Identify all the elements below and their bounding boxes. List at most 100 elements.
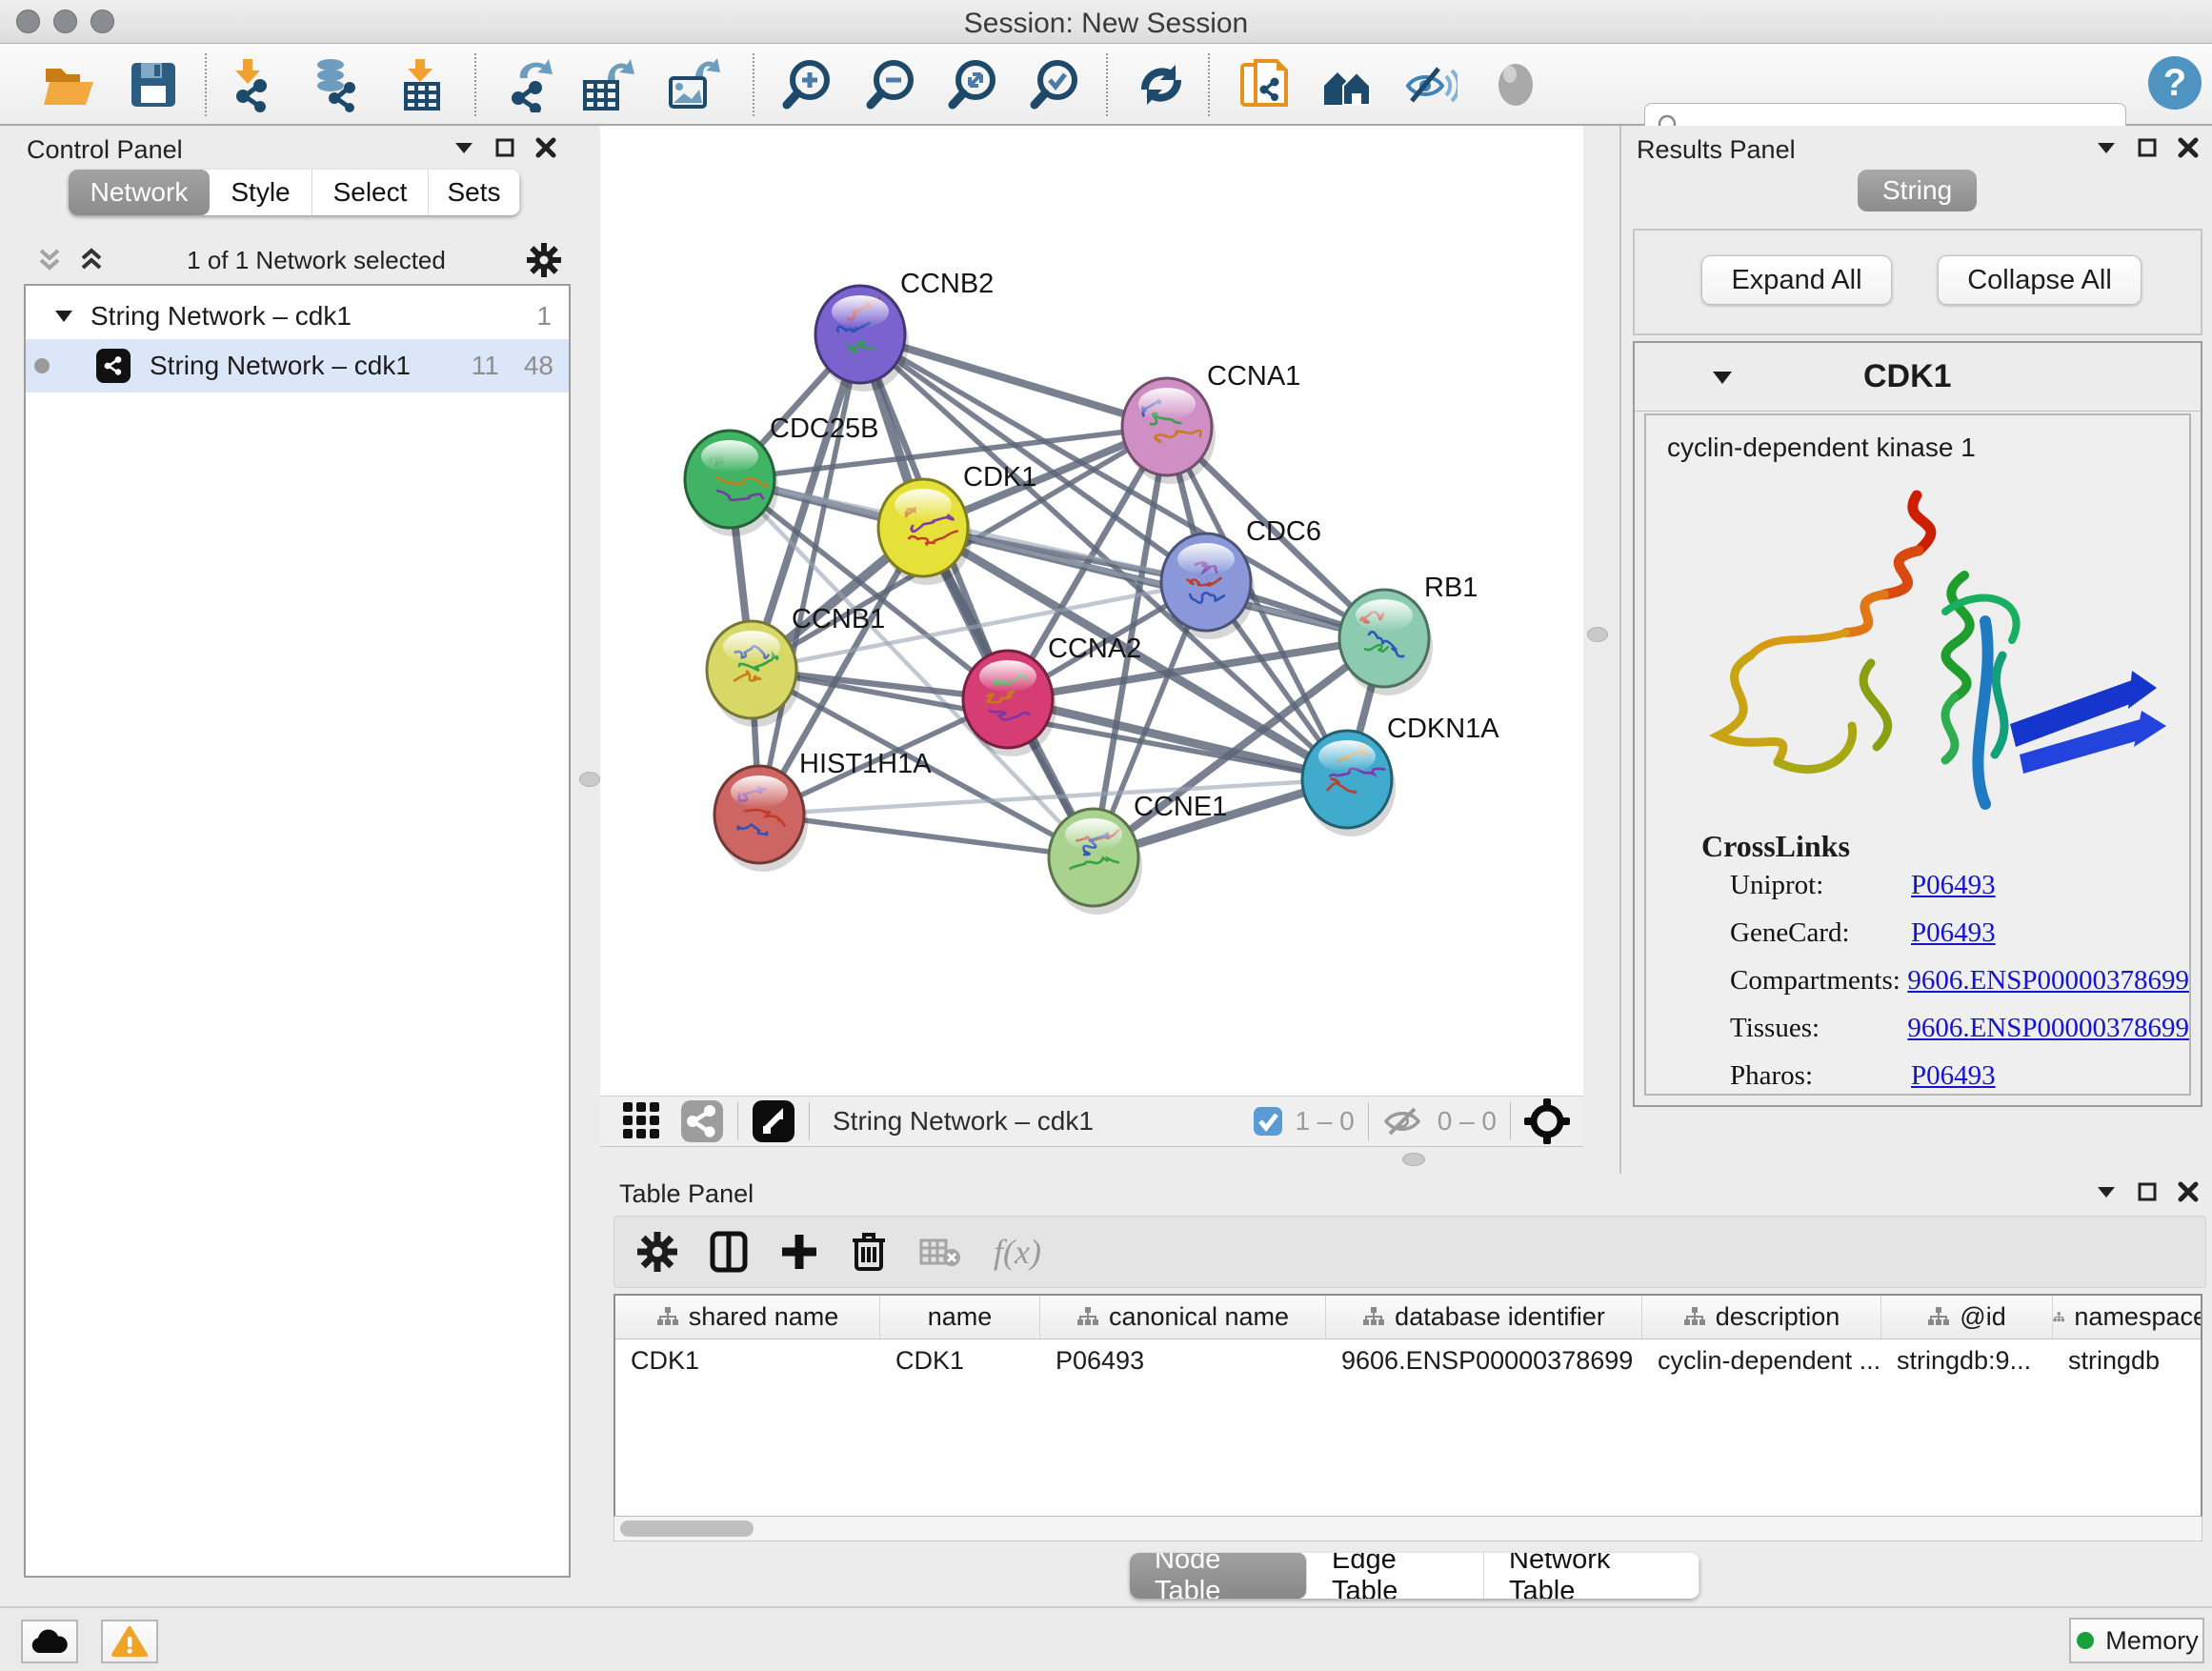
collapse-all-icon[interactable] [35,246,64,274]
tab-node-table[interactable]: Node Table [1130,1553,1307,1599]
fit-content-crosshair-icon[interactable] [1524,1098,1570,1144]
column-header-database-identifier[interactable]: database identifier [1326,1296,1642,1339]
column-header-shared-name[interactable]: shared name [615,1296,880,1339]
network-edge[interactable] [759,815,1094,857]
export-table-icon[interactable] [579,57,634,112]
string-document-icon[interactable] [1238,57,1294,112]
zoom-out-icon[interactable] [863,57,918,112]
close-panel-icon[interactable] [535,137,556,158]
table-cell[interactable]: stringdb:9... [1881,1339,2053,1381]
refresh-icon[interactable] [1134,57,1189,112]
help-icon[interactable]: ? [2145,53,2201,109]
gene-section-header[interactable]: CDK1 [1635,343,2201,412]
column-header-name[interactable]: name [880,1296,1040,1339]
show-columns-icon[interactable] [710,1231,748,1273]
table-cell[interactable]: stringdb [2053,1339,2202,1381]
float-panel-icon[interactable] [2138,138,2157,157]
node-attribute-icon [1927,1306,1950,1329]
node-label-CDC6: CDC6 [1246,516,1321,547]
node-label-CCNE1: CCNE1 [1134,792,1227,822]
tab-sets[interactable]: Sets [429,170,520,215]
tab-style[interactable]: Style [210,170,312,215]
network-node-CCNB1[interactable]: CCNB1 [707,604,885,727]
column-header-description[interactable]: description [1642,1296,1881,1339]
collection-expander-icon[interactable] [54,309,73,324]
table-cell[interactable]: CDK1 [880,1339,1040,1381]
crosslink-label: Tissues: [1730,1013,1907,1044]
panel-menu-icon[interactable] [453,140,474,155]
grid-view-icon[interactable] [621,1100,663,1142]
crosslink-row: GeneCard:P06493 [1730,917,2189,949]
splitter-handle[interactable] [579,772,600,787]
table-row[interactable]: CDK1CDK1P064939606.ENSP00000378699cyclin… [615,1339,2201,1381]
network-edge[interactable] [759,334,860,815]
table-cell[interactable]: cyclin-dependent ... [1642,1339,1881,1381]
zoom-in-icon[interactable] [779,57,835,112]
save-session-icon[interactable] [126,57,181,112]
vertical-splitter-right[interactable] [1583,126,1619,1147]
splitter-handle[interactable] [1587,627,1608,642]
selected-checkbox-icon[interactable] [1253,1106,1283,1137]
panel-menu-icon[interactable] [2096,140,2117,155]
network-row-selected[interactable]: String Network – cdk1 11 48 [26,339,569,393]
expand-all-icon[interactable] [77,246,106,274]
float-panel-icon[interactable] [2138,1182,2157,1201]
memory-button[interactable]: Memory [2069,1618,2204,1663]
column-header-namespace[interactable]: namespace [2053,1296,2202,1339]
add-column-icon[interactable] [780,1233,818,1271]
network-collection-row[interactable]: String Network – cdk1 1 [26,293,569,339]
scrollbar-thumb[interactable] [620,1520,754,1537]
crosslink-link[interactable]: P06493 [1911,1060,1996,1092]
crosslink-link[interactable]: 9606.ENSP00000378699 [1907,965,2189,997]
table-cell[interactable]: 9606.ENSP00000378699 [1326,1339,1642,1381]
close-panel-icon[interactable] [2178,137,2199,158]
float-panel-icon[interactable] [495,138,514,157]
panel-menu-icon[interactable] [2096,1184,2117,1199]
tab-network[interactable]: Network [69,170,210,215]
zoom-fit-icon[interactable] [945,57,1000,112]
table-cell[interactable]: P06493 [1040,1339,1326,1381]
expand-all-button[interactable]: Expand All [1701,255,1892,305]
network-canvas[interactable]: CCNB2CCNA1CDC25BCDK1CDC6RB1CCNB1CCNA2CDK… [600,126,1583,1096]
gene-expander-icon[interactable] [1711,369,1734,386]
table-header-row: shared namenamecanonical namedatabase id… [615,1296,2201,1339]
hide-unhide-icon[interactable] [1402,57,1458,112]
table-cell[interactable]: CDK1 [615,1339,880,1381]
import-network-icon[interactable] [222,57,277,112]
home-networks-icon[interactable] [1320,57,1376,112]
network-share-view-icon[interactable] [680,1099,724,1143]
collapse-all-button[interactable]: Collapse All [1938,255,2142,305]
import-network-from-database-icon[interactable] [308,57,363,112]
export-network-icon[interactable] [503,57,558,112]
open-session-icon[interactable] [40,57,95,112]
warning-status-button[interactable] [101,1620,158,1663]
table-horizontal-scrollbar[interactable] [613,1517,2202,1541]
network-node-CCNE1[interactable]: CCNE1 [1049,792,1227,915]
crosslink-link[interactable]: P06493 [1911,870,1996,901]
network-node-CDK1[interactable]: CDK1 [878,462,1036,585]
column-header-canonical-name[interactable]: canonical name [1040,1296,1326,1339]
delete-column-icon[interactable] [851,1231,887,1273]
results-tab-string[interactable]: String [1858,170,1977,211]
tab-network-table[interactable]: Network Table [1484,1553,1699,1599]
tab-edge-table[interactable]: Edge Table [1307,1553,1484,1599]
export-image-icon[interactable] [665,57,720,112]
column-header--id[interactable]: @id [1881,1296,2053,1339]
cloud-status-button[interactable] [21,1620,78,1663]
network-label: String Network – cdk1 [150,351,411,381]
network-type-icon [96,349,131,383]
node-table[interactable]: shared namenamecanonical namedatabase id… [613,1294,2202,1517]
network-node-RB1[interactable]: RB1 [1339,573,1478,695]
birds-eye-view-icon[interactable] [752,1099,795,1143]
tab-select[interactable]: Select [312,170,429,215]
import-table-icon[interactable] [394,57,450,112]
network-node-CCNA1[interactable]: CCNA1 [1122,361,1300,484]
crosslink-link[interactable]: 9606.ENSP00000378699 [1907,1013,2189,1044]
close-panel-icon[interactable] [2178,1181,2199,1202]
splitter-handle[interactable] [1402,1153,1425,1166]
zoom-selected-icon[interactable] [1027,57,1082,112]
network-options-gear-icon[interactable] [527,243,561,277]
network-node-CDKN1A[interactable]: CDKN1A [1302,714,1499,836]
table-options-gear-icon[interactable] [637,1232,677,1272]
crosslink-link[interactable]: P06493 [1911,917,1996,949]
